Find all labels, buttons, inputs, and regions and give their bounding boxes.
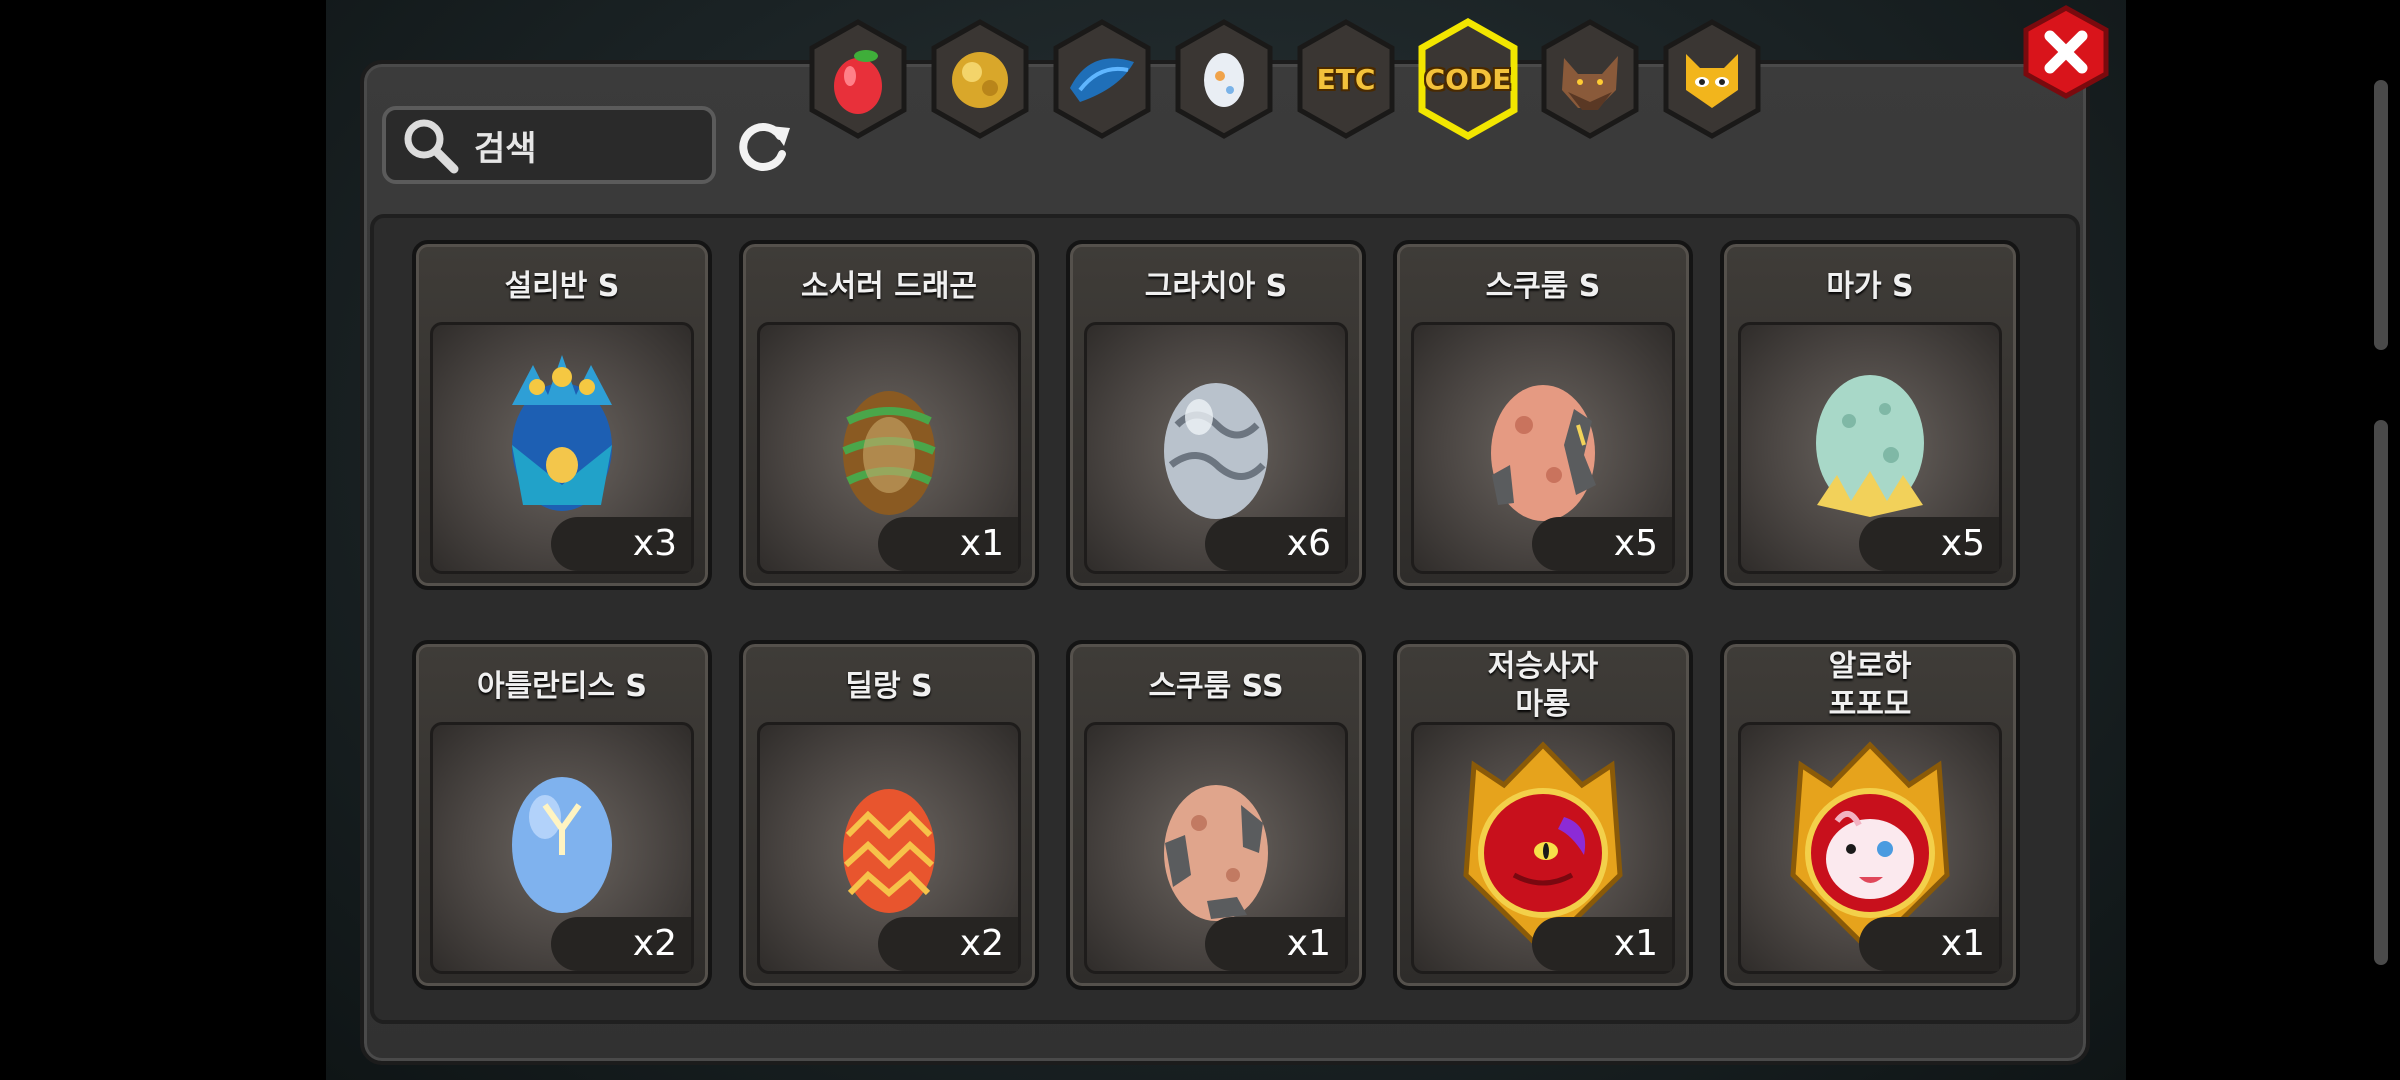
item-quantity: x5: [1859, 517, 1999, 571]
gold-nugget-icon: [952, 52, 1008, 108]
item-quantity: x2: [878, 917, 1018, 971]
item-card[interactable]: 알로하 포포모 x1: [1720, 640, 2020, 990]
scrollbar-thumb[interactable]: [2374, 420, 2388, 965]
item-card[interactable]: 스쿠룸 S x5: [1393, 240, 1693, 590]
tab-gold[interactable]: [928, 18, 1032, 140]
scrollbar-track[interactable]: [2374, 80, 2388, 350]
item-image: x3: [430, 322, 694, 574]
search-icon: [404, 119, 459, 174]
item-card[interactable]: 소서러 드래곤 x1: [739, 240, 1039, 590]
item-image: x5: [1738, 322, 2002, 574]
refresh-icon[interactable]: [732, 116, 794, 178]
item-card[interactable]: 저승사자 마룡 x1: [1393, 640, 1693, 990]
tab-dragon[interactable]: [1050, 18, 1154, 140]
item-card[interactable]: 딜랑 S x2: [739, 640, 1039, 990]
item-quantity: x1: [1532, 917, 1672, 971]
item-image: x1: [1738, 722, 2002, 974]
tab-egg[interactable]: [1172, 18, 1276, 140]
item-quantity: x5: [1532, 517, 1672, 571]
item-image: x2: [757, 722, 1021, 974]
item-image: x5: [1411, 322, 1675, 574]
etc-icon: ETC: [1316, 62, 1376, 96]
search-placeholder: 검색: [474, 128, 537, 169]
item-quantity: x1: [1859, 917, 1999, 971]
item-image: x1: [757, 322, 1021, 574]
item-name: 마가 S: [1826, 269, 1914, 304]
item-quantity: x3: [551, 517, 691, 571]
item-name: 아틀란티스 S: [476, 669, 648, 704]
code-icon: CODE: [1424, 62, 1512, 96]
item-card[interactable]: 마가 S x5: [1720, 240, 2020, 590]
item-quantity: x2: [551, 917, 691, 971]
item-name: 소서러 드래곤: [800, 269, 978, 304]
close-button[interactable]: [2022, 4, 2110, 100]
item-card[interactable]: 그라치아 S x6: [1066, 240, 1366, 590]
tab-code[interactable]: CODE: [1416, 18, 1520, 140]
item-quantity: x1: [1205, 917, 1345, 971]
item-name: 스쿠룸 SS: [1148, 669, 1284, 704]
item-name: 알로하 포포모: [1828, 649, 1912, 722]
item-name: 그라치아 S: [1144, 269, 1288, 304]
item-image: x1: [1411, 722, 1675, 974]
item-name: 설리반 S: [504, 269, 620, 304]
item-quantity: x1: [878, 517, 1018, 571]
egg-icon: [1204, 53, 1244, 107]
item-image: x1: [1084, 722, 1348, 974]
item-image: x2: [430, 722, 694, 974]
tab-fruit[interactable]: [806, 18, 910, 140]
tab-werewolf[interactable]: [1538, 18, 1642, 140]
search-input[interactable]: 검색: [382, 106, 716, 184]
tab-etc[interactable]: ETC: [1294, 18, 1398, 140]
item-name: 저승사자 마룡: [1487, 649, 1599, 722]
item-image: x6: [1084, 322, 1348, 574]
item-card[interactable]: 설리반 S x3: [412, 240, 712, 590]
item-name: 딜랑 S: [845, 669, 933, 704]
tab-monster[interactable]: [1660, 18, 1764, 140]
item-quantity: x6: [1205, 517, 1345, 571]
item-card[interactable]: 아틀란티스 S x2: [412, 640, 712, 990]
item-name: 스쿠룸 S: [1485, 269, 1601, 304]
item-card[interactable]: 스쿠룸 SS x1: [1066, 640, 1366, 990]
